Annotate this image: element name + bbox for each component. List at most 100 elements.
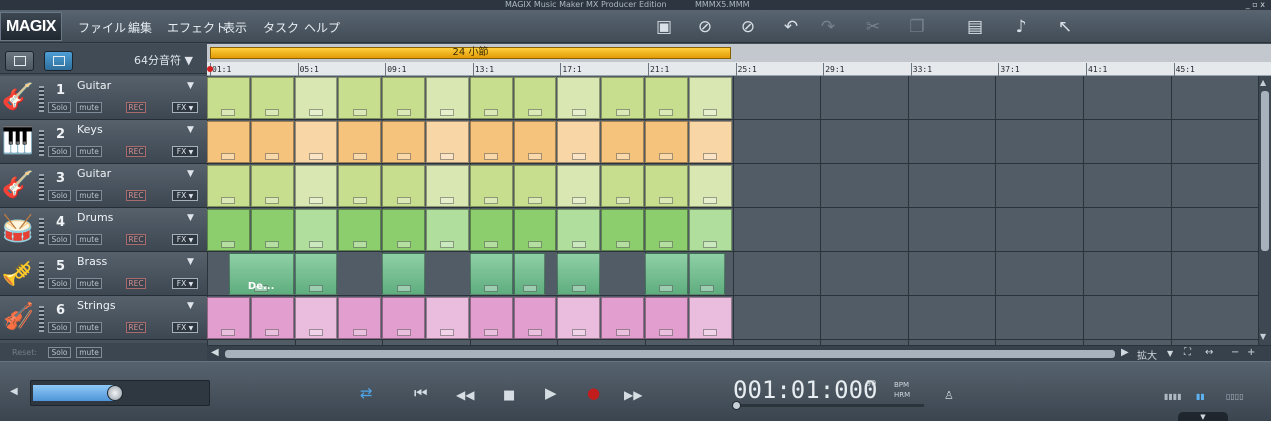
- track-header[interactable]: 🎸 3 Guitar ▼ Solo mute REC FX ▼: [0, 164, 207, 208]
- clip-handle[interactable]: [265, 109, 280, 116]
- clip-handle[interactable]: [352, 329, 367, 336]
- audio-clip[interactable]: [382, 209, 425, 251]
- audio-clip[interactable]: [338, 121, 382, 163]
- fx-button[interactable]: FX ▼: [172, 102, 198, 113]
- chevron-down-icon[interactable]: ▼: [187, 257, 194, 267]
- audio-clip[interactable]: [382, 165, 425, 207]
- clip-handle[interactable]: [703, 109, 718, 116]
- zoom-in-icon[interactable]: +: [1247, 347, 1255, 358]
- solo-button[interactable]: Solo: [48, 322, 71, 333]
- stop-icon[interactable]: ■: [503, 388, 515, 403]
- audio-clip[interactable]: [469, 77, 513, 119]
- track-view-large-icon[interactable]: ▯▯▯▯: [1226, 392, 1246, 403]
- clip-handle[interactable]: [484, 241, 499, 248]
- audio-clip[interactable]: [294, 121, 338, 163]
- scroll-down-icon[interactable]: ▼: [1260, 332, 1266, 341]
- clip-handle[interactable]: [352, 153, 367, 160]
- clip-handle[interactable]: [308, 285, 323, 292]
- clip-handle[interactable]: [221, 241, 236, 248]
- audio-clip[interactable]: [688, 77, 732, 119]
- audio-clip[interactable]: [688, 121, 732, 163]
- note-icon[interactable]: ♪: [1010, 16, 1032, 38]
- audio-clip[interactable]: [426, 297, 469, 339]
- solo-button[interactable]: Solo: [48, 278, 71, 289]
- audio-clip[interactable]: [294, 253, 338, 295]
- record-arm-button[interactable]: REC: [126, 146, 146, 157]
- mute-button[interactable]: mute: [76, 190, 102, 201]
- track-name[interactable]: Brass: [77, 255, 107, 268]
- to-start-icon[interactable]: ⏮: [414, 386, 428, 401]
- expand-panel-icon[interactable]: ▼: [1178, 412, 1228, 421]
- clip-handle[interactable]: [440, 241, 455, 248]
- track-header[interactable]: 🎺 5 Brass ▼ Solo mute REC FX ▼: [0, 252, 207, 296]
- clip-handle[interactable]: [265, 197, 280, 204]
- clip-handle[interactable]: [571, 109, 586, 116]
- clip-handle[interactable]: [396, 153, 411, 160]
- record-icon[interactable]: ●: [587, 386, 600, 401]
- clip-handle[interactable]: [615, 153, 630, 160]
- record-arm-button[interactable]: REC: [126, 102, 146, 113]
- audio-clip[interactable]: [688, 253, 726, 295]
- range-bar[interactable]: 24 小節: [207, 44, 1271, 62]
- loop-icon[interactable]: ⇄: [360, 386, 373, 401]
- spread-icon[interactable]: ↔: [1205, 347, 1213, 358]
- audio-clip[interactable]: [513, 209, 557, 251]
- audio-clip[interactable]: [338, 77, 382, 119]
- audio-clip[interactable]: [645, 209, 688, 251]
- clip-handle[interactable]: [527, 153, 542, 160]
- clip-handle[interactable]: [308, 241, 323, 248]
- audio-clip[interactable]: [513, 253, 546, 295]
- reset-solo-button[interactable]: Solo: [48, 347, 71, 358]
- copy-icon[interactable]: ❐: [906, 16, 928, 38]
- rewind-icon[interactable]: ◀◀: [456, 388, 474, 403]
- clip-handle[interactable]: [221, 153, 236, 160]
- audio-clip[interactable]: [557, 77, 601, 119]
- record-arm-button[interactable]: REC: [126, 234, 146, 245]
- track-view-small-icon[interactable]: ▮▮▮▮: [1164, 392, 1184, 403]
- menu-edit[interactable]: 編集: [128, 19, 152, 36]
- position-slider-knob[interactable]: [732, 401, 741, 410]
- track-header[interactable]: 🎹 2 Keys ▼ Solo mute REC FX ▼: [0, 120, 207, 164]
- audio-clip[interactable]: [601, 121, 644, 163]
- track-name[interactable]: Guitar: [77, 79, 111, 92]
- clip-handle[interactable]: [615, 197, 630, 204]
- clip-handle[interactable]: [527, 241, 542, 248]
- fx-button[interactable]: FX ▼: [172, 322, 198, 333]
- close-icon[interactable]: x: [1260, 0, 1265, 9]
- volume-knob[interactable]: [107, 385, 124, 401]
- clip-handle[interactable]: [703, 153, 718, 160]
- audio-clip[interactable]: [645, 77, 688, 119]
- fit-icon[interactable]: ⛶: [1184, 347, 1191, 358]
- audio-clip[interactable]: [513, 121, 557, 163]
- audio-clip[interactable]: [382, 121, 425, 163]
- clip-handle[interactable]: [571, 197, 586, 204]
- clip-handle[interactable]: [484, 153, 499, 160]
- clip-handle[interactable]: [571, 285, 586, 292]
- clip-handle[interactable]: [440, 197, 455, 204]
- speaker-icon[interactable]: ◀: [10, 386, 18, 397]
- clip-handle[interactable]: [703, 329, 718, 336]
- audio-clip[interactable]: [250, 209, 294, 251]
- clip-handle[interactable]: [659, 153, 674, 160]
- position-slider[interactable]: [734, 404, 924, 407]
- mute-button[interactable]: mute: [76, 278, 102, 289]
- clip-handle[interactable]: [527, 329, 542, 336]
- track-name[interactable]: Drums: [77, 211, 113, 224]
- audio-clip[interactable]: [601, 165, 644, 207]
- audio-clip[interactable]: [557, 121, 601, 163]
- clip-handle[interactable]: [615, 241, 630, 248]
- scroll-left-icon[interactable]: ◀: [211, 347, 219, 358]
- clip-handle[interactable]: [484, 329, 499, 336]
- audio-clip[interactable]: [382, 77, 425, 119]
- restore-icon[interactable]: ▫: [1252, 0, 1257, 9]
- audio-clip[interactable]: [688, 297, 732, 339]
- audio-clip[interactable]: [601, 297, 644, 339]
- chevron-down-icon[interactable]: ▼: [187, 169, 194, 179]
- clip-handle[interactable]: [352, 109, 367, 116]
- fx-button[interactable]: FX ▼: [172, 278, 198, 289]
- bpm-value[interactable]: 90: [866, 379, 876, 388]
- magix-logo[interactable]: MAGIX: [0, 12, 62, 41]
- clip-handle[interactable]: [484, 285, 499, 292]
- audio-clip[interactable]: [426, 77, 469, 119]
- clip-handle[interactable]: [659, 329, 674, 336]
